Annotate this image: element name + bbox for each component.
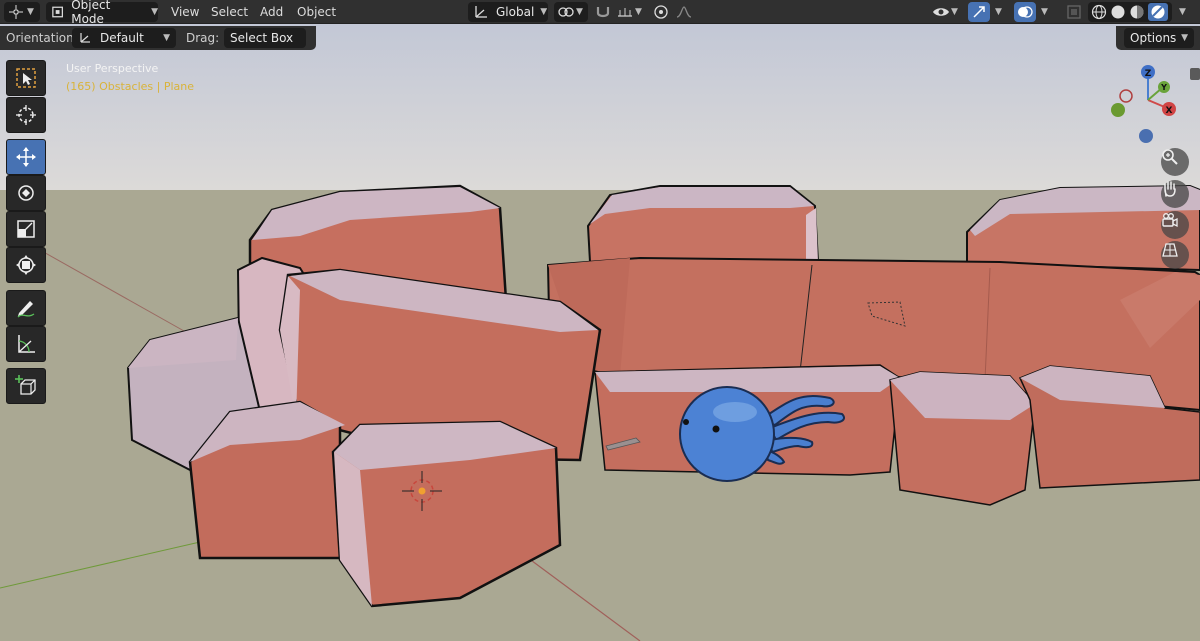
active-object-label: (165) Obstacles | Plane [66, 80, 194, 93]
wireframe-shading-icon[interactable] [1091, 4, 1107, 20]
annotate-tool[interactable] [6, 290, 46, 326]
xray-icon [1067, 5, 1081, 19]
view-name-label: User Perspective [66, 62, 159, 75]
cursor-tool[interactable] [6, 97, 46, 133]
gizmo-y-label: Y [1160, 83, 1167, 92]
camera-icon [1162, 213, 1178, 228]
chevron-down-icon: ▼ [163, 33, 170, 43]
chevron-down-icon: ▼ [151, 7, 158, 17]
move-icon [16, 147, 36, 167]
proportional-edit-icon [654, 5, 668, 19]
orientation-setting-dropdown[interactable]: Default ▼ [72, 28, 176, 48]
zoom-button[interactable] [1161, 148, 1189, 176]
orientation-axes-icon [80, 33, 90, 43]
drag-setting-dropdown[interactable]: Select Box [224, 28, 306, 48]
snap-target-dropdown[interactable]: ▼ [614, 2, 648, 22]
chevron-down-icon: ▼ [635, 7, 642, 17]
material-shading-icon[interactable] [1129, 4, 1145, 20]
transform-orientation-dropdown[interactable]: Global ▼ [468, 2, 548, 22]
snap-toggle[interactable] [592, 2, 614, 22]
rendered-shading-icon [1151, 5, 1165, 19]
chevron-down-icon: ▼ [1179, 7, 1186, 17]
select-box-icon [16, 68, 36, 88]
visibility-dropdown[interactable]: ▼ [930, 2, 964, 22]
gizmo-x-label: X [1166, 106, 1173, 116]
pivot-icon [558, 7, 574, 17]
add-cube-icon [15, 375, 36, 395]
viewport-scene [0, 0, 1200, 641]
perspective-toggle-button[interactable] [1161, 241, 1189, 269]
3d-viewport-icon [9, 5, 23, 19]
object-name: Obstacles | Plane [99, 80, 194, 93]
grid-perspective-icon [1162, 243, 1178, 257]
viewport-header: ▼ Object Mode ▼ View Select Add Object G… [0, 0, 1200, 26]
eye-icon [933, 8, 949, 16]
editor-type-dropdown[interactable]: ▼ [4, 2, 40, 22]
camera-view-button[interactable] [1161, 211, 1189, 239]
gizmo-toggle[interactable] [968, 2, 990, 22]
rock-back-middle [586, 185, 820, 263]
3d-viewport[interactable]: User Perspective (165) Obstacles | Plane… [0, 0, 1200, 641]
orientation-setting-value: Default [100, 31, 144, 45]
mode-label: Object Mode [71, 0, 111, 26]
sidebar-toggle[interactable] [1190, 68, 1200, 80]
scale-icon [17, 220, 35, 238]
navigation-gizmo[interactable]: Z X Y [1104, 62, 1190, 148]
drag-setting-label: Drag: [186, 31, 220, 45]
measure-tool[interactable] [6, 326, 46, 362]
orientation-axes-icon [475, 6, 487, 18]
annotate-icon [17, 301, 35, 318]
transform-tool[interactable] [6, 247, 46, 283]
options-dropdown[interactable]: Options ▼ [1124, 28, 1194, 48]
frame-count: (165) [66, 80, 96, 93]
overlays-dropdown[interactable]: ▼ [1038, 2, 1056, 22]
scale-tool[interactable] [6, 211, 46, 247]
axis-gizmo-icon: Z X Y [1111, 65, 1176, 143]
hand-icon [1164, 181, 1176, 197]
drag-setting-value: Select Box [230, 31, 294, 45]
select-box-tool[interactable] [6, 60, 46, 96]
measure-icon [18, 335, 35, 353]
snap-increment-icon [618, 8, 632, 17]
chevron-down-icon: ▼ [1041, 7, 1048, 17]
add-cube-tool[interactable] [6, 368, 46, 404]
shading-mode-group [1088, 2, 1172, 22]
gizmo-dropdown[interactable]: ▼ [992, 2, 1006, 22]
xray-toggle[interactable] [1064, 2, 1084, 22]
proportional-editing-toggle[interactable] [650, 2, 672, 22]
chevron-down-icon: ▼ [995, 7, 1002, 17]
cursor-icon [16, 105, 36, 125]
magnet-icon [596, 7, 610, 18]
chevron-down-icon: ▼ [1181, 33, 1188, 43]
object-mode-icon [52, 6, 63, 18]
chevron-down-icon: ▼ [951, 7, 958, 17]
orientation-label: Global [496, 5, 535, 19]
chevron-down-icon: ▼ [576, 7, 583, 17]
orientation-setting-label: Orientation: [6, 31, 78, 45]
menu-add[interactable]: Add [260, 4, 283, 20]
menu-view[interactable]: View [171, 4, 199, 20]
zoom-icon [1162, 149, 1178, 165]
shading-dropdown[interactable]: ▼ [1176, 2, 1196, 22]
solid-shading-icon[interactable] [1110, 4, 1126, 20]
overlays-toggle[interactable] [1014, 2, 1036, 22]
rotate-tool[interactable] [6, 175, 46, 211]
chevron-down-icon: ▼ [540, 7, 548, 17]
menu-select[interactable]: Select [211, 4, 248, 20]
gizmo-arrows-icon [973, 6, 985, 18]
options-label: Options [1130, 31, 1177, 45]
rendered-shading-button[interactable] [1148, 3, 1168, 21]
rotate-icon [18, 185, 34, 201]
falloff-curve-icon [676, 6, 692, 18]
transform-icon [16, 255, 36, 275]
move-tool[interactable] [6, 139, 46, 175]
proportional-falloff-dropdown[interactable] [672, 2, 706, 22]
gizmo-z-label: Z [1145, 69, 1152, 79]
chevron-down-icon: ▼ [27, 7, 34, 17]
mode-dropdown[interactable]: Object Mode ▼ [46, 0, 158, 26]
menu-object[interactable]: Object [297, 4, 336, 20]
pan-button[interactable] [1161, 180, 1189, 208]
overlays-icon [1018, 6, 1033, 18]
pivot-point-dropdown[interactable]: ▼ [554, 2, 588, 22]
